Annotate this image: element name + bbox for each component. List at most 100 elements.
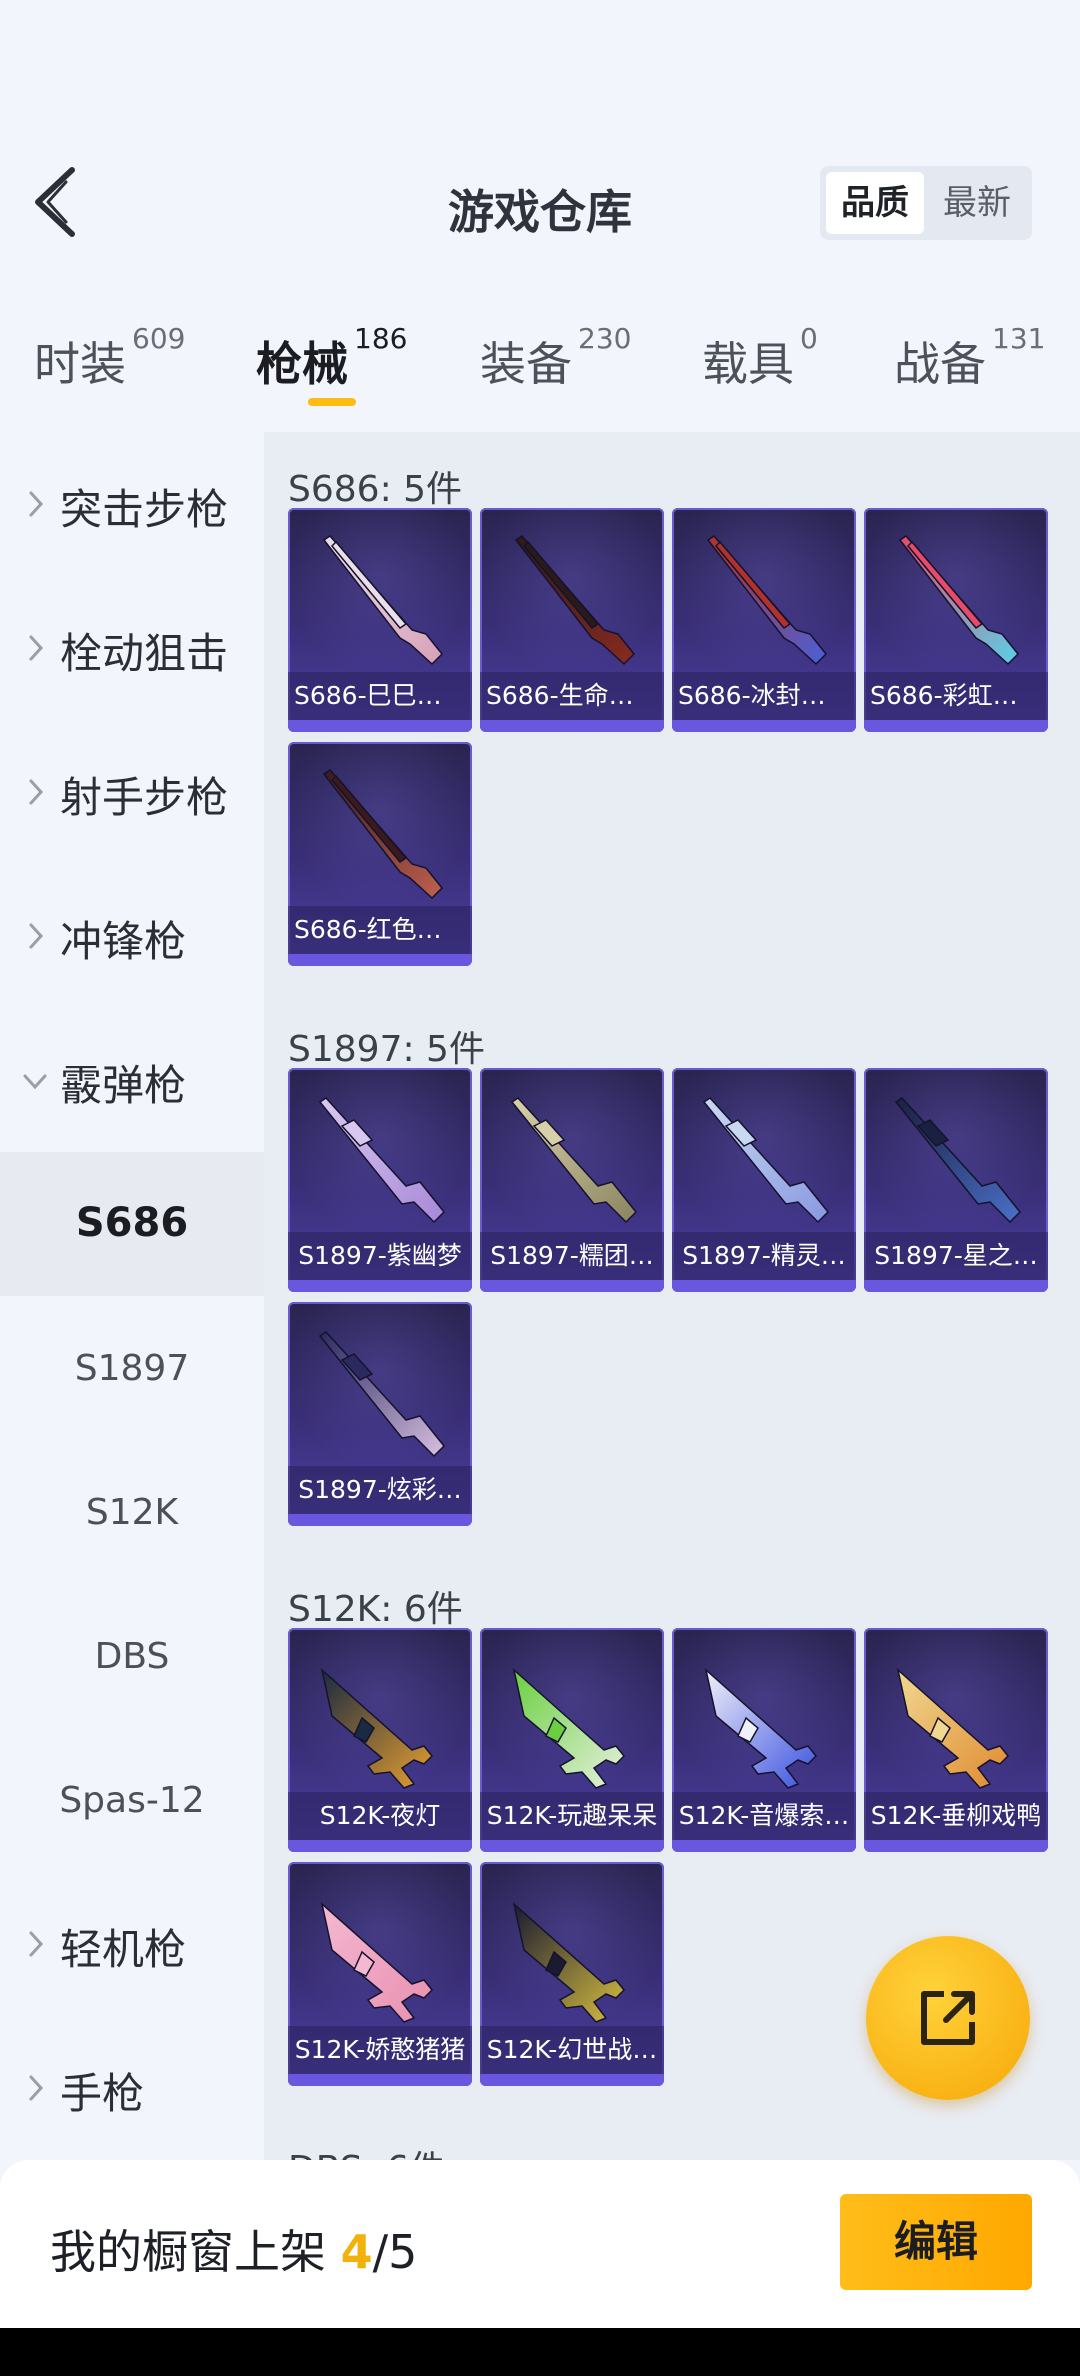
weapon-skin-name: S12K-夜灯 <box>288 1792 472 1840</box>
weapon-skin-name: S686-红色方… <box>288 906 472 954</box>
weapon-shape <box>714 540 792 629</box>
share-export-icon <box>921 1991 975 2045</box>
rarity-strip <box>288 1514 472 1526</box>
section-title-s12k: S12K: 6件 <box>288 1589 463 1630</box>
weapon-skin-card[interactable]: S12K-垂柳戏鸭 <box>864 1628 1048 1852</box>
rarity-strip <box>864 720 1048 732</box>
weapon-skin-card[interactable]: S686-彩虹符号 <box>864 508 1048 732</box>
weapon-skin-card[interactable]: S1897-星之… <box>864 1068 1048 1292</box>
weapon-shape <box>320 1667 434 1789</box>
sidebar-item-shotguns[interactable]: 霰弹枪 <box>0 1008 264 1152</box>
rarity-strip <box>864 1280 1048 1292</box>
sidebar-item-label: 轻机枪 <box>60 1925 187 1974</box>
tab-label: 装备 <box>480 337 572 391</box>
sidebar-item-pistols[interactable]: 手枪 <box>0 2016 264 2160</box>
chevron-right-icon <box>29 779 44 805</box>
weapon-shape <box>510 1097 638 1224</box>
weapon-shape <box>522 540 600 629</box>
app-header: 游戏仓库 品质 最新 <box>0 0 1080 280</box>
pump-shotgun-icon <box>318 1097 446 1224</box>
sidebar-item-assault-rifles[interactable]: 突击步枪 <box>0 432 264 576</box>
weapon-shape <box>512 1667 626 1789</box>
tab-firearms[interactable]: 枪械 186 <box>256 322 407 394</box>
sidebar-item-marksman-rifles[interactable]: 射手步枪 <box>0 720 264 864</box>
chevron-right-icon <box>29 491 44 517</box>
section-title-s686: S686: 5件 <box>288 469 463 510</box>
sidebar-item-lmgs[interactable]: 轻机枪 <box>0 1872 264 2016</box>
auto-shotgun-icon <box>512 1667 626 1789</box>
rarity-strip <box>480 1840 664 1852</box>
tab-label: 枪械 <box>256 337 348 391</box>
sidebar-subitem-s686[interactable]: S686 <box>0 1152 264 1296</box>
system-nav-bar <box>0 2328 1080 2376</box>
sidebar-subitem-spas12[interactable]: Spas-12 <box>0 1728 264 1872</box>
weapon-shape <box>906 540 984 629</box>
pump-shotgun-icon <box>510 1097 638 1224</box>
weapon-shape <box>702 1097 830 1224</box>
weapon-skin-name: S686-彩虹符号 <box>864 672 1048 720</box>
weapon-skin-card[interactable]: S12K-音爆索… <box>672 1628 856 1852</box>
sort-option-newest[interactable]: 最新 <box>928 172 1026 234</box>
weapon-skin-card[interactable]: S12K-夜灯 <box>288 1628 472 1852</box>
rarity-strip <box>672 720 856 732</box>
weapon-skin-name: S12K-幻世战… <box>480 2026 664 2074</box>
sidebar-item-bolt-action[interactable]: 栓动狙击 <box>0 576 264 720</box>
share-fab-button[interactable] <box>866 1936 1030 2100</box>
sidebar-subitem-s1897[interactable]: S1897 <box>0 1296 264 1440</box>
weapon-skin-card[interactable]: S1897-精灵… <box>672 1068 856 1292</box>
tab-count: 131 <box>992 322 1046 355</box>
weapon-skin-card[interactable]: S1897-糯团… <box>480 1068 664 1292</box>
auto-shotgun-icon <box>704 1667 818 1789</box>
tab-label: 载具 <box>702 337 794 391</box>
double-barrel-shotgun-icon <box>706 535 828 666</box>
rarity-strip <box>480 720 664 732</box>
weapon-skin-card[interactable]: S12K-娇憨猪猪 <box>288 1862 472 2086</box>
weapon-shape <box>330 540 408 629</box>
weapon-skin-name: S1897-星之… <box>864 1232 1048 1280</box>
tab-equipment[interactable]: 装备 230 <box>480 322 631 394</box>
chevron-right-icon <box>29 2075 44 2101</box>
sidebar-item-label: 冲锋枪 <box>60 917 187 966</box>
weapon-skin-card[interactable]: S686-生命誓言 <box>480 508 664 732</box>
weapon-skin-name: S12K-玩趣呆呆 <box>480 1792 664 1840</box>
section-title-dbs: DBS: 6件 <box>288 2140 445 2160</box>
tab-count: 0 <box>800 322 818 355</box>
auto-shotgun-icon <box>320 1901 434 2023</box>
tab-supplies[interactable]: 战备 131 <box>894 322 1045 394</box>
rarity-strip <box>288 954 472 966</box>
showcase-status: 我的橱窗上架 4/5 <box>50 2216 417 2282</box>
weapon-skin-card[interactable]: S12K-幻世战… <box>480 1862 664 2086</box>
weapon-shape <box>320 1901 434 2023</box>
tab-count: 230 <box>578 322 632 355</box>
weapon-skin-card[interactable]: S686-冰封烈焰 <box>672 508 856 732</box>
sort-option-quality[interactable]: 品质 <box>826 172 924 234</box>
tab-fashion[interactable]: 时装 609 <box>34 322 185 394</box>
weapon-skin-card[interactable]: S686-巳巳如意 <box>288 508 472 732</box>
showcase-count: 4 <box>340 2225 373 2279</box>
double-barrel-shotgun-icon <box>322 535 444 666</box>
sidebar-subitem-dbs[interactable]: DBS <box>0 1584 264 1728</box>
auto-shotgun-icon <box>320 1667 434 1789</box>
double-barrel-shotgun-icon <box>322 769 444 900</box>
tab-vehicles[interactable]: 载具 0 <box>702 322 818 394</box>
rarity-strip <box>480 2074 664 2086</box>
sidebar-subitem-label: S12K <box>85 1492 179 1533</box>
weapon-skin-card[interactable]: S1897-紫幽梦 <box>288 1068 472 1292</box>
weapon-shape <box>896 1667 1010 1789</box>
weapon-shape <box>894 1097 1022 1224</box>
weapon-skin-card[interactable]: S686-红色方… <box>288 742 472 966</box>
sidebar-subitem-s12k[interactable]: S12K <box>0 1440 264 1584</box>
weapon-skin-card[interactable]: S1897-炫彩… <box>288 1302 472 1526</box>
auto-shotgun-icon <box>896 1667 1010 1789</box>
weapon-skin-name: S12K-音爆索… <box>672 1792 856 1840</box>
weapon-shape <box>330 774 408 863</box>
weapon-skin-card[interactable]: S12K-玩趣呆呆 <box>480 1628 664 1852</box>
showcase-bar: 我的橱窗上架 4/5 编辑 <box>0 2160 1080 2328</box>
sidebar-item-smgs[interactable]: 冲锋枪 <box>0 864 264 1008</box>
chevron-right-icon <box>29 635 44 661</box>
rarity-strip <box>288 1840 472 1852</box>
showcase-total: /5 <box>372 2225 418 2279</box>
weapon-skin-name: S12K-娇憨猪猪 <box>288 2026 472 2074</box>
edit-button[interactable]: 编辑 <box>840 2194 1032 2290</box>
sidebar-subitem-label: S686 <box>75 1200 189 1246</box>
